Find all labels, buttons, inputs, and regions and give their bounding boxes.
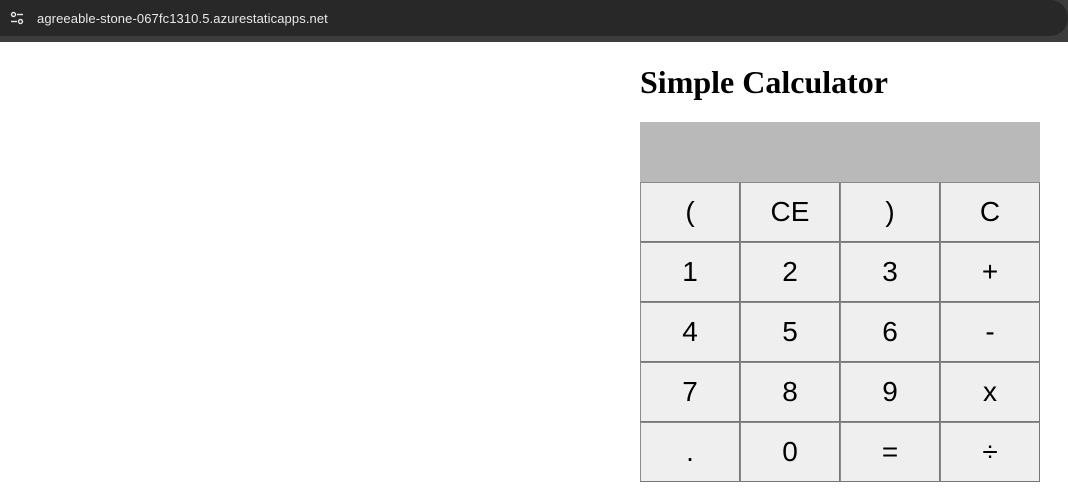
key-clear-button[interactable]: C bbox=[940, 182, 1040, 242]
key-digit-8-button[interactable]: 8 bbox=[740, 362, 840, 422]
key-digit-3-button[interactable]: 3 bbox=[840, 242, 940, 302]
key-divide-button[interactable]: ÷ bbox=[940, 422, 1040, 482]
calculator-keypad: (CE) C 1 2 3 +4 5 6- 7 8 9 x. 0 = ÷ bbox=[640, 182, 1040, 482]
site-info-button[interactable] bbox=[3, 4, 31, 32]
key-digit-1-button[interactable]: 1 bbox=[640, 242, 740, 302]
calculator-display[interactable] bbox=[640, 122, 1040, 182]
tune-icon bbox=[10, 11, 24, 25]
browser-toolbar: agreeable-stone-067fc1310.5.azurestatica… bbox=[0, 0, 1068, 42]
key-clear-entry-button[interactable]: CE bbox=[740, 182, 840, 242]
url-text[interactable]: agreeable-stone-067fc1310.5.azurestatica… bbox=[37, 11, 328, 26]
key-equals-button[interactable]: = bbox=[840, 422, 940, 482]
address-bar[interactable]: agreeable-stone-067fc1310.5.azurestatica… bbox=[0, 0, 1068, 36]
key-digit-5-button[interactable]: 5 bbox=[740, 302, 840, 362]
key-multiply-button[interactable]: x bbox=[940, 362, 1040, 422]
key-digit-9-button[interactable]: 9 bbox=[840, 362, 940, 422]
page-content: Simple Calculator (CE) C 1 2 3 +4 5 6- 7 8 9 x. 0 = ÷ bbox=[0, 42, 1068, 502]
key-open-paren-button[interactable]: ( bbox=[640, 182, 740, 242]
key-subtract-button[interactable]: - bbox=[940, 302, 1040, 362]
key-digit-7-button[interactable]: 7 bbox=[640, 362, 740, 422]
key-close-paren-button[interactable]: ) bbox=[840, 182, 940, 242]
page-title: Simple Calculator bbox=[640, 64, 888, 100]
key-decimal-button[interactable]: . bbox=[640, 422, 740, 482]
key-add-button[interactable]: + bbox=[940, 242, 1040, 302]
key-digit-6-button[interactable]: 6 bbox=[840, 302, 940, 362]
key-digit-0-button[interactable]: 0 bbox=[740, 422, 840, 482]
key-digit-2-button[interactable]: 2 bbox=[740, 242, 840, 302]
key-digit-4-button[interactable]: 4 bbox=[640, 302, 740, 362]
